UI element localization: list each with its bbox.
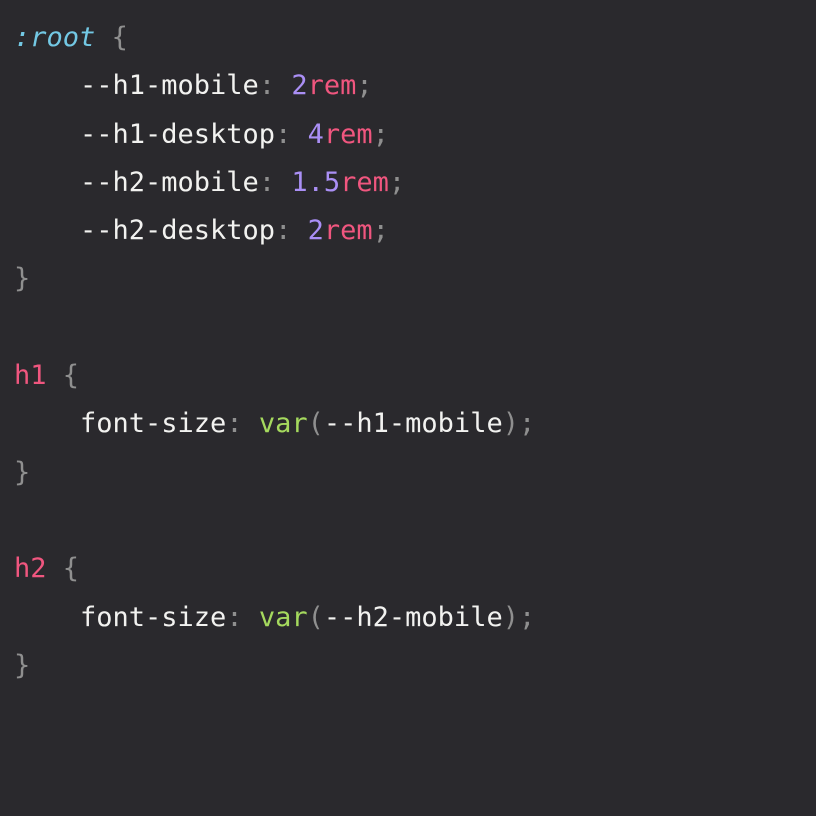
colon: : bbox=[226, 408, 243, 440]
semicolon: ; bbox=[356, 70, 373, 102]
function-argument: --h2-mobile bbox=[323, 601, 503, 633]
value-number: 1.5 bbox=[291, 166, 341, 198]
colon: : bbox=[258, 166, 276, 198]
pseudo-selector-colon: : bbox=[14, 22, 31, 53]
code-line: --h2-mobile: 1.5rem; bbox=[14, 159, 816, 207]
property-name: font-size bbox=[80, 408, 227, 440]
code-editor[interactable]: :root { --h1-mobile: 2rem; --h1-desktop:… bbox=[0, 0, 816, 816]
open-paren: ( bbox=[307, 601, 324, 633]
colon: : bbox=[275, 215, 292, 247]
code-line: h2 { bbox=[14, 545, 816, 593]
close-paren: ) bbox=[502, 601, 519, 633]
colon: : bbox=[226, 601, 243, 633]
value-unit: rem bbox=[307, 70, 357, 102]
value-number: 4 bbox=[307, 118, 324, 150]
open-brace: { bbox=[111, 22, 128, 53]
custom-property-name: --h1-desktop bbox=[80, 118, 276, 150]
colon: : bbox=[275, 118, 292, 150]
value-unit: rem bbox=[340, 166, 389, 198]
function-name: var bbox=[258, 408, 308, 440]
colon: : bbox=[258, 70, 276, 102]
code-line: --h1-mobile: 2rem; bbox=[14, 62, 816, 110]
function-name: var bbox=[258, 601, 308, 633]
semicolon: ; bbox=[518, 601, 536, 633]
value-unit: rem bbox=[323, 215, 373, 247]
semicolon: ; bbox=[372, 215, 389, 247]
tag-selector: h2 bbox=[14, 553, 47, 585]
code-line: h1 { bbox=[14, 352, 816, 400]
tag-selector: h1 bbox=[14, 360, 47, 392]
close-brace: } bbox=[14, 649, 31, 681]
open-paren: ( bbox=[307, 408, 324, 440]
close-brace: } bbox=[14, 456, 31, 488]
code-line: --h1-desktop: 4rem; bbox=[14, 111, 816, 159]
semicolon: ; bbox=[372, 118, 389, 150]
open-brace: { bbox=[62, 360, 80, 392]
pseudo-selector-name: root bbox=[30, 22, 96, 53]
semicolon: ; bbox=[388, 166, 406, 198]
property-name: font-size bbox=[80, 601, 227, 633]
value-number: 2 bbox=[291, 70, 308, 102]
close-brace: } bbox=[14, 263, 31, 295]
value-number: 2 bbox=[307, 215, 324, 247]
function-argument: --h1-mobile bbox=[323, 408, 503, 440]
code-line: font-size: var(--h2-mobile); bbox=[14, 594, 816, 642]
custom-property-name: --h2-mobile bbox=[80, 166, 259, 198]
code-line: } bbox=[14, 642, 816, 690]
custom-property-name: --h2-desktop bbox=[80, 215, 276, 247]
custom-property-name: --h1-mobile bbox=[80, 70, 259, 102]
code-line: } bbox=[14, 449, 816, 497]
open-brace: { bbox=[62, 553, 80, 585]
code-line: } bbox=[14, 255, 816, 303]
code-line: font-size: var(--h1-mobile); bbox=[14, 400, 816, 448]
semicolon: ; bbox=[518, 408, 536, 440]
code-line: :root { bbox=[14, 14, 816, 62]
value-unit: rem bbox=[323, 118, 373, 150]
code-line: --h2-desktop: 2rem; bbox=[14, 207, 816, 255]
close-paren: ) bbox=[502, 408, 519, 440]
